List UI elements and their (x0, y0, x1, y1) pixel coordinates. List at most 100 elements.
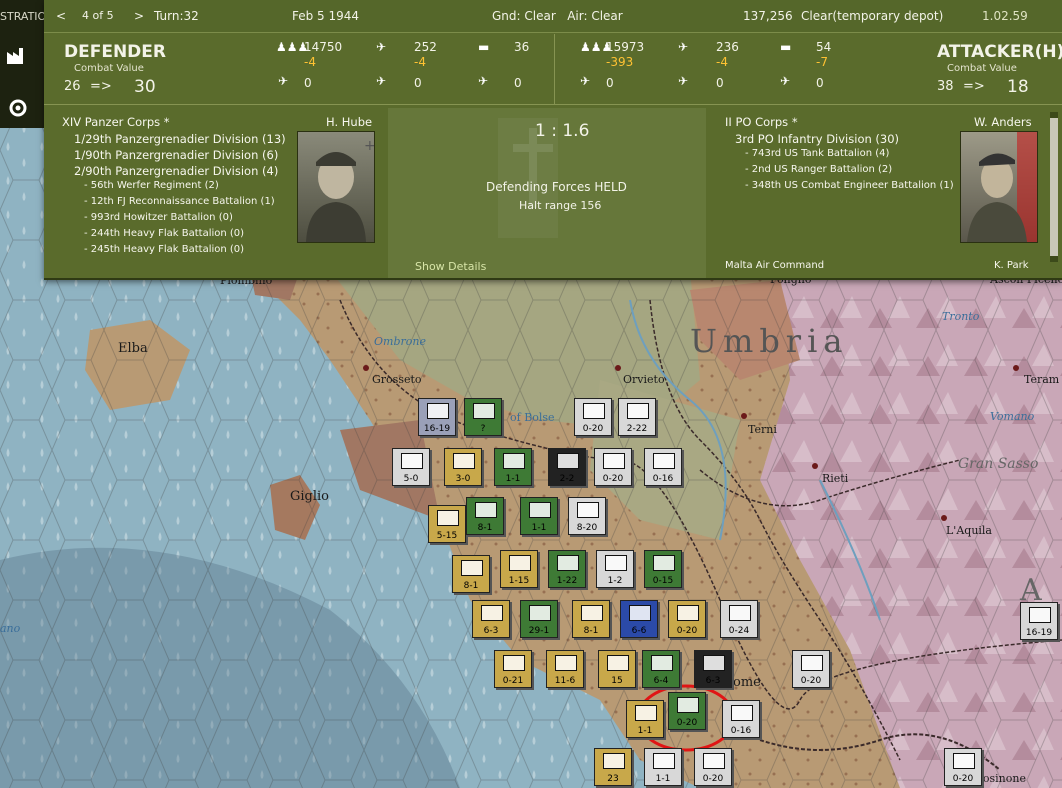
fighter-icon: ✈ (278, 74, 289, 88)
unit-counter[interactable]: 6-6 (620, 600, 658, 638)
unit-counter[interactable]: 6-3 (694, 650, 732, 688)
unit-entry[interactable]: 1/90th Panzergrenadier Division (6) (74, 148, 278, 162)
unit-symbol-icon (437, 510, 459, 526)
subunit-entry[interactable]: - 244th Heavy Flak Battalion (0) (84, 228, 244, 239)
unit-counter[interactable]: 0-21 (494, 650, 532, 688)
attacker-air1: 0 (606, 76, 614, 90)
unit-counter[interactable]: 2-22 (618, 398, 656, 436)
subunit-entry[interactable]: - 743rd US Tank Battalion (4) (745, 148, 889, 159)
combat-outcome: Defending Forces HELD (486, 180, 627, 194)
unit-strength-label: 15 (611, 676, 623, 686)
attacker-cv-label: Combat Value (947, 63, 1017, 74)
unit-counter[interactable]: 23 (594, 748, 632, 786)
unit-symbol-icon (635, 705, 657, 721)
unit-strength-label: 0-20 (676, 626, 698, 636)
defender-air3: 0 (514, 76, 522, 90)
unit-counter[interactable]: 1-2 (596, 550, 634, 588)
divider (554, 34, 555, 104)
unit-counter[interactable]: 1-22 (548, 550, 586, 588)
unit-counter[interactable]: 0-16 (722, 700, 760, 738)
defender-guns-loss: -4 (414, 55, 426, 69)
unit-strength-label: 3-0 (455, 474, 471, 484)
unit-counter[interactable]: 0-20 (668, 692, 706, 730)
unit-symbol-icon (1029, 607, 1051, 623)
unit-counter[interactable]: 16-19 (418, 398, 456, 436)
attacker-cv-from: 38 (937, 79, 954, 94)
unit-counter[interactable]: 0-20 (694, 748, 732, 786)
attacker-men: 15973 (606, 40, 645, 54)
unit-counter[interactable]: 6-3 (472, 600, 510, 638)
subunit-entry[interactable]: - 993rd Howitzer Battalion (0) (84, 212, 233, 223)
defender-cv-label: Combat Value (74, 63, 144, 74)
unit-counter[interactable]: 5-0 (392, 448, 430, 486)
unit-counter[interactable]: 8-1 (452, 555, 490, 593)
unit-counter[interactable]: 5-15 (428, 505, 466, 543)
subunit-entry[interactable]: - 245th Heavy Flak Battalion (0) (84, 244, 244, 255)
unit-counter[interactable]: 3-0 (444, 448, 482, 486)
unit-strength-label: 8-1 (583, 626, 599, 636)
unit-counter[interactable]: ? (464, 398, 502, 436)
subunit-entry[interactable]: - 348th US Combat Engineer Battalion (1) (745, 180, 954, 191)
unit-counter[interactable]: 0-24 (720, 600, 758, 638)
unit-entry[interactable]: 2/90th Panzergrenadier Division (4) (74, 164, 278, 178)
attacker-guns: 236 (716, 40, 739, 54)
attacker-tanks-loss: -7 (816, 55, 828, 69)
unit-counter[interactable]: 15 (598, 650, 636, 688)
unit-strength-label: 1-1 (655, 774, 671, 784)
unit-counter[interactable]: 0-20 (792, 650, 830, 688)
unit-strength-label: 0-24 (728, 626, 750, 636)
unit-counter[interactable]: 8-20 (568, 497, 606, 535)
date-label: Feb 5 1944 (292, 9, 360, 23)
unit-strength-label: 0-15 (652, 576, 674, 586)
unit-strength-label: 0-16 (730, 726, 752, 736)
gear-icon[interactable] (4, 96, 32, 124)
show-details-link[interactable]: Show Details (415, 260, 486, 273)
unit-strength-label: 0-20 (602, 474, 624, 484)
unit-counter[interactable]: 0-20 (594, 448, 632, 486)
unit-counter[interactable]: 1-1 (626, 700, 664, 738)
unit-symbol-icon (607, 655, 629, 671)
unit-counter[interactable]: 1-1 (494, 448, 532, 486)
attacker-guns-loss: -4 (716, 55, 728, 69)
unit-entry[interactable]: 1/29th Panzergrenadier Division (13) (74, 132, 286, 146)
unit-counter[interactable]: 0-20 (668, 600, 706, 638)
prev-button[interactable]: < (56, 9, 66, 23)
page-indicator: 4 of 5 (82, 9, 114, 22)
factory-icon[interactable] (4, 44, 32, 72)
subunit-entry[interactable]: - 56th Werfer Regiment (2) (84, 180, 219, 191)
next-button[interactable]: > (134, 9, 144, 23)
details-scrollbar[interactable] (1050, 112, 1058, 262)
subunit-entry[interactable]: - 12th FJ Reconnaissance Battalion (1) (84, 196, 275, 207)
supply-value: 137,256 (743, 9, 793, 23)
unit-counter[interactable]: 0-20 (574, 398, 612, 436)
unit-strength-label: 8-1 (477, 523, 493, 533)
unit-counter[interactable]: 16-19 (1020, 602, 1058, 640)
unit-strength-label: 6-3 (705, 676, 721, 686)
subunit-entry[interactable]: - 2nd US Ranger Battalion (2) (745, 164, 892, 175)
unit-counter[interactable]: 8-1 (572, 600, 610, 638)
unit-counter[interactable]: 11-6 (546, 650, 584, 688)
halt-range: Halt range 156 (519, 199, 602, 212)
unit-symbol-icon (629, 605, 651, 621)
unit-symbol-icon (653, 453, 675, 469)
unit-symbol-icon (503, 655, 525, 671)
unit-counter[interactable]: 0-16 (644, 448, 682, 486)
attacker-hq[interactable]: II PO Corps * (725, 115, 798, 129)
unit-entry[interactable]: 3rd PO Infantry Division (30) (735, 132, 899, 146)
divider-h (44, 104, 1062, 105)
unit-symbol-icon (627, 403, 649, 419)
unit-symbol-icon (509, 555, 531, 571)
unit-counter[interactable]: 0-20 (944, 748, 982, 786)
unit-counter[interactable]: 0-15 (644, 550, 682, 588)
unit-counter[interactable]: 1-15 (500, 550, 538, 588)
unit-counter[interactable]: 8-1 (466, 497, 504, 535)
unit-strength-label: 6-6 (631, 626, 647, 636)
version-label: 1.02.59 (982, 9, 1028, 23)
unit-counter[interactable]: 1-1 (520, 497, 558, 535)
defender-hq[interactable]: XIV Panzer Corps * (62, 115, 170, 129)
unit-strength-label: 29-1 (528, 626, 550, 636)
unit-counter[interactable]: 29-1 (520, 600, 558, 638)
unit-counter[interactable]: 2-2 (548, 448, 586, 486)
unit-counter[interactable]: 6-4 (642, 650, 680, 688)
unit-counter[interactable]: 1-1 (644, 748, 682, 786)
